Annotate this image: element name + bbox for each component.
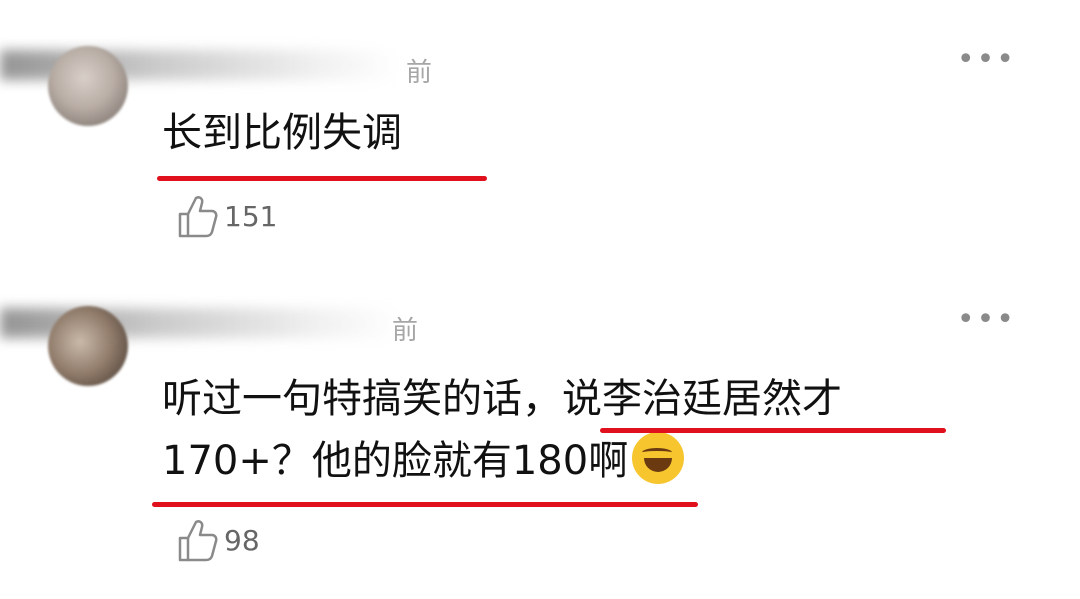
comment-text-highlight: 说李治廷居然才 xyxy=(562,376,842,422)
comment-text-part: 听过一句特搞笑的话， xyxy=(162,376,562,422)
like-count: 98 xyxy=(224,523,260,557)
like-button[interactable]: 98 xyxy=(176,518,260,562)
comment-text-line2: 170+？他的脸就有180啊 xyxy=(162,438,629,484)
laughing-with-tears-emoji xyxy=(632,432,685,484)
thumbs-up-icon xyxy=(178,520,218,562)
avatar[interactable] xyxy=(48,306,128,386)
more-options-icon[interactable]: ••• xyxy=(957,305,1016,335)
highlight-underline xyxy=(152,502,698,507)
highlight-underline xyxy=(600,428,946,433)
comment-time: 前 xyxy=(392,316,419,346)
comment-item: 前 ••• 听过一句特搞笑的话，说李治廷居然才 170+？他的脸就有180啊 9… xyxy=(0,0,1080,599)
